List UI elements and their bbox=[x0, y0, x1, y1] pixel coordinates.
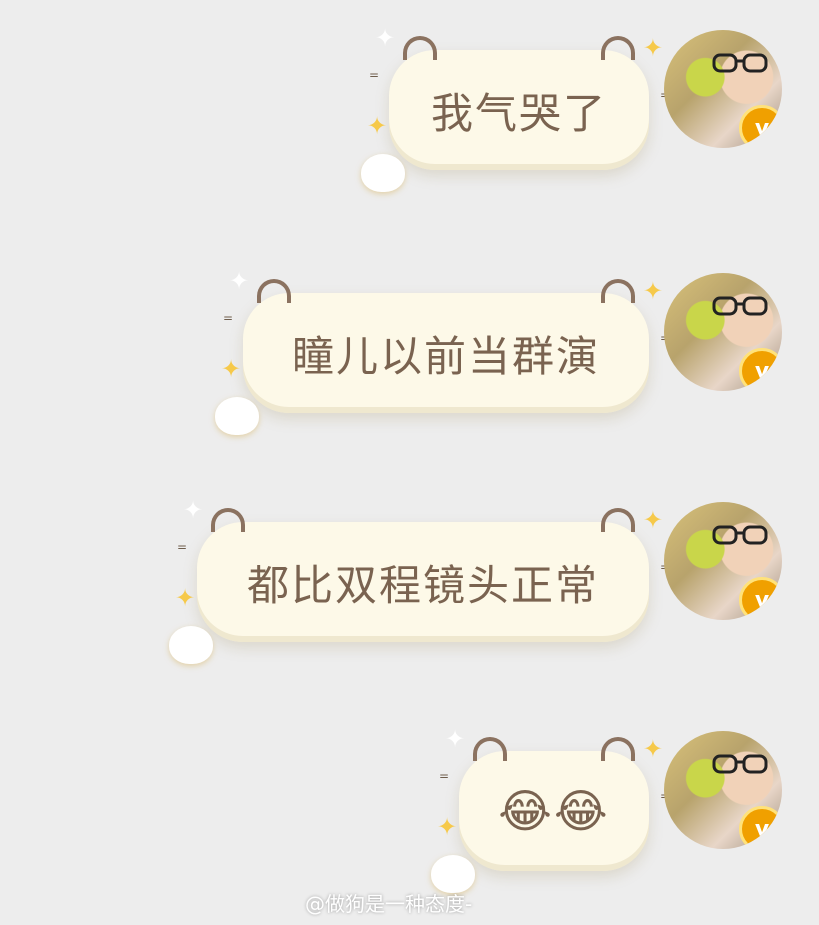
glasses-icon bbox=[712, 754, 768, 774]
message-text: 瞳儿以前当群演 bbox=[291, 331, 600, 381]
message-row-4: ✦ ✦ ✦ = = 😂😂 v bbox=[0, 727, 819, 893]
bubble-ear-right-icon bbox=[601, 508, 635, 532]
message-bubble-1[interactable]: ✦ ✦ ✦ = = 我气哭了 bbox=[361, 26, 670, 192]
bubble-ear-right-icon bbox=[601, 737, 635, 761]
bubble-ear-right-icon bbox=[601, 36, 635, 60]
message-bubble-4[interactable]: ✦ ✦ ✦ = = 😂😂 bbox=[431, 727, 670, 893]
sparkle-icon: ✦ bbox=[221, 355, 242, 383]
sparkle-icon: ✦ bbox=[375, 24, 396, 52]
message-text: 我气哭了 bbox=[431, 88, 608, 138]
dashes-icon: = bbox=[177, 540, 189, 554]
message-bubble-2[interactable]: ✦ ✦ ✦ = = 瞳儿以前当群演 bbox=[215, 269, 670, 435]
glasses-icon bbox=[712, 296, 768, 316]
bubble-ear-left-icon bbox=[473, 737, 507, 761]
sparkle-icon: ✦ bbox=[642, 34, 663, 62]
sparkle-icon: ✦ bbox=[642, 277, 663, 305]
sparkle-icon: ✦ bbox=[175, 584, 196, 612]
verified-badge-icon: v bbox=[739, 577, 782, 620]
sparkle-icon: ✦ bbox=[437, 813, 458, 841]
message-row-3: ✦ ✦ ✦ = = 都比双程镜头正常 v bbox=[0, 498, 819, 664]
dashes-icon: = bbox=[369, 68, 381, 82]
message-row-1: ✦ ✦ ✦ = = 我气哭了 v bbox=[0, 26, 819, 192]
dashes-icon: = bbox=[223, 311, 235, 325]
watermark: @做狗是一种态度- bbox=[305, 892, 473, 916]
bubble-ear-right-icon bbox=[601, 279, 635, 303]
avatar[interactable]: v bbox=[664, 273, 782, 391]
verified-badge-icon: v bbox=[739, 348, 782, 391]
sparkle-icon: ✦ bbox=[642, 506, 663, 534]
glasses-icon bbox=[712, 525, 768, 545]
sparkle-icon: ✦ bbox=[183, 496, 204, 524]
heart-icon bbox=[169, 626, 213, 664]
verified-badge-icon: v bbox=[739, 105, 782, 148]
avatar[interactable]: v bbox=[664, 731, 782, 849]
sparkle-icon: ✦ bbox=[229, 267, 250, 295]
heart-icon bbox=[361, 154, 405, 192]
bubble-ear-left-icon bbox=[403, 36, 437, 60]
message-text: 😂😂 bbox=[498, 784, 610, 838]
sparkle-icon: ✦ bbox=[642, 735, 663, 763]
avatar[interactable]: v bbox=[664, 30, 782, 148]
avatar[interactable]: v bbox=[664, 502, 782, 620]
message-bubble-3[interactable]: ✦ ✦ ✦ = = 都比双程镜头正常 bbox=[169, 498, 670, 664]
message-text: 都比双程镜头正常 bbox=[246, 560, 599, 610]
bubble-ear-left-icon bbox=[211, 508, 245, 532]
message-row-2: ✦ ✦ ✦ = = 瞳儿以前当群演 v bbox=[0, 269, 819, 435]
bubble-ear-left-icon bbox=[257, 279, 291, 303]
sparkle-icon: ✦ bbox=[445, 725, 466, 753]
glasses-icon bbox=[712, 53, 768, 73]
heart-icon bbox=[215, 397, 259, 435]
verified-badge-icon: v bbox=[739, 806, 782, 849]
sparkle-icon: ✦ bbox=[367, 112, 388, 140]
dashes-icon: = bbox=[439, 769, 451, 783]
